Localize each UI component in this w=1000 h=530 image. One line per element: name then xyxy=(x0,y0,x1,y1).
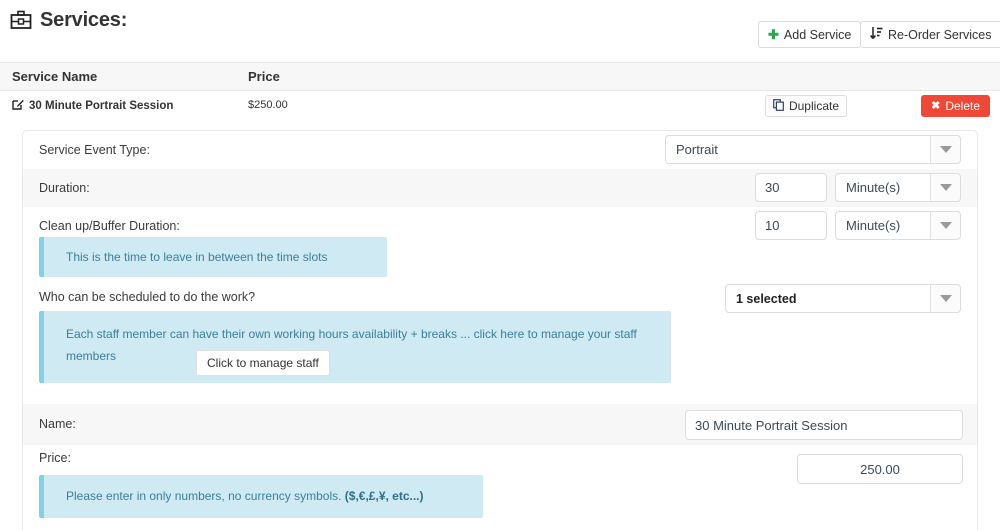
label-duration: Duration: xyxy=(39,181,90,195)
service-name-text: 30 Minute Portrait Session xyxy=(29,100,173,112)
staff-help-box: Each staff member can have their own wor… xyxy=(39,311,671,383)
briefcase-icon xyxy=(10,10,32,30)
service-detail-panel: Service Event Type: Portrait Duration: M… xyxy=(22,130,978,530)
price-help-bold: ($,€,£,¥, etc...) xyxy=(345,489,424,503)
page-title-group: Services: xyxy=(10,10,127,30)
buffer-unit-select[interactable]: Minute(s) xyxy=(835,211,961,240)
price-help-text: Please enter in only numbers, no currenc… xyxy=(66,489,424,503)
duplicate-label: Duplicate xyxy=(789,99,839,113)
reorder-services-label: Re-Order Services xyxy=(888,28,992,42)
label-name: Name: xyxy=(39,417,76,431)
page-title: Services: xyxy=(40,10,127,30)
reorder-services-button[interactable]: Re-Order Services xyxy=(860,21,1000,48)
row-buffer-duration: Clean up/Buffer Duration: Minute(s) This… xyxy=(23,207,977,287)
chevron-down-icon[interactable] xyxy=(930,212,960,239)
label-price: Price: xyxy=(39,451,71,465)
staff-selected-value: 1 selected xyxy=(726,292,930,306)
row-staff: Who can be scheduled to do the work? 1 s… xyxy=(23,287,977,404)
staff-select[interactable]: 1 selected xyxy=(725,284,961,313)
times-icon: ✖ xyxy=(931,101,940,112)
row-name: Name: xyxy=(23,404,977,445)
service-price-cell: $250.00 xyxy=(248,99,288,111)
edit-pencil-square-icon[interactable] xyxy=(12,98,24,113)
buffer-duration-input[interactable] xyxy=(755,211,827,240)
sort-numeric-down-icon xyxy=(870,26,883,43)
service-name-cell[interactable]: 30 Minute Portrait Session xyxy=(12,98,173,113)
row-duration: Duration: Minute(s) xyxy=(23,169,977,207)
row-service-event-type: Service Event Type: Portrait xyxy=(23,131,977,169)
buffer-unit-value: Minute(s) xyxy=(836,218,930,233)
add-service-button[interactable]: ✚ Add Service xyxy=(758,21,861,48)
service-event-type-select[interactable]: Portrait xyxy=(665,135,961,164)
price-help-prefix: Please enter in only numbers, no currenc… xyxy=(66,489,345,503)
buffer-help-text: This is the time to leave in between the… xyxy=(66,250,327,264)
services-table: Service Name Price 30 Minute Portrait Se… xyxy=(0,62,1000,123)
buffer-help-box: This is the time to leave in between the… xyxy=(39,237,387,277)
chevron-down-icon[interactable] xyxy=(930,285,960,312)
plus-icon: ✚ xyxy=(768,28,779,41)
chevron-down-icon[interactable] xyxy=(930,136,960,163)
duration-input[interactable] xyxy=(755,173,827,202)
staff-help-text: Each staff member can have their own wor… xyxy=(66,327,637,363)
copy-icon xyxy=(773,99,784,114)
add-service-label: Add Service xyxy=(784,28,851,42)
chevron-down-icon[interactable] xyxy=(930,174,960,201)
duration-unit-value: Minute(s) xyxy=(836,180,930,195)
label-buffer-duration: Clean up/Buffer Duration: xyxy=(39,219,180,233)
manage-staff-button[interactable]: Click to manage staff xyxy=(196,350,330,376)
table-header-row: Service Name Price xyxy=(0,62,1000,91)
row-price: Price: Please enter in only numbers, no … xyxy=(23,445,977,525)
name-input[interactable] xyxy=(685,410,963,440)
page-header: Services: ✚ Add Service Re-Order Service… xyxy=(0,0,1000,62)
manage-staff-label: Click to manage staff xyxy=(207,356,319,370)
duration-unit-select[interactable]: Minute(s) xyxy=(835,173,961,202)
table-row[interactable]: 30 Minute Portrait Session $250.00 Dupli… xyxy=(0,91,1000,123)
column-header-service-name: Service Name xyxy=(12,69,97,84)
column-header-price: Price xyxy=(248,69,280,84)
service-event-type-value: Portrait xyxy=(666,142,930,157)
price-help-box: Please enter in only numbers, no currenc… xyxy=(39,475,483,518)
label-staff: Who can be scheduled to do the work? xyxy=(39,290,255,304)
label-service-event-type: Service Event Type: xyxy=(39,143,150,157)
price-input[interactable] xyxy=(797,454,963,484)
duplicate-button[interactable]: Duplicate xyxy=(765,95,847,117)
delete-label: Delete xyxy=(945,99,980,113)
delete-button[interactable]: ✖ Delete xyxy=(921,95,990,117)
